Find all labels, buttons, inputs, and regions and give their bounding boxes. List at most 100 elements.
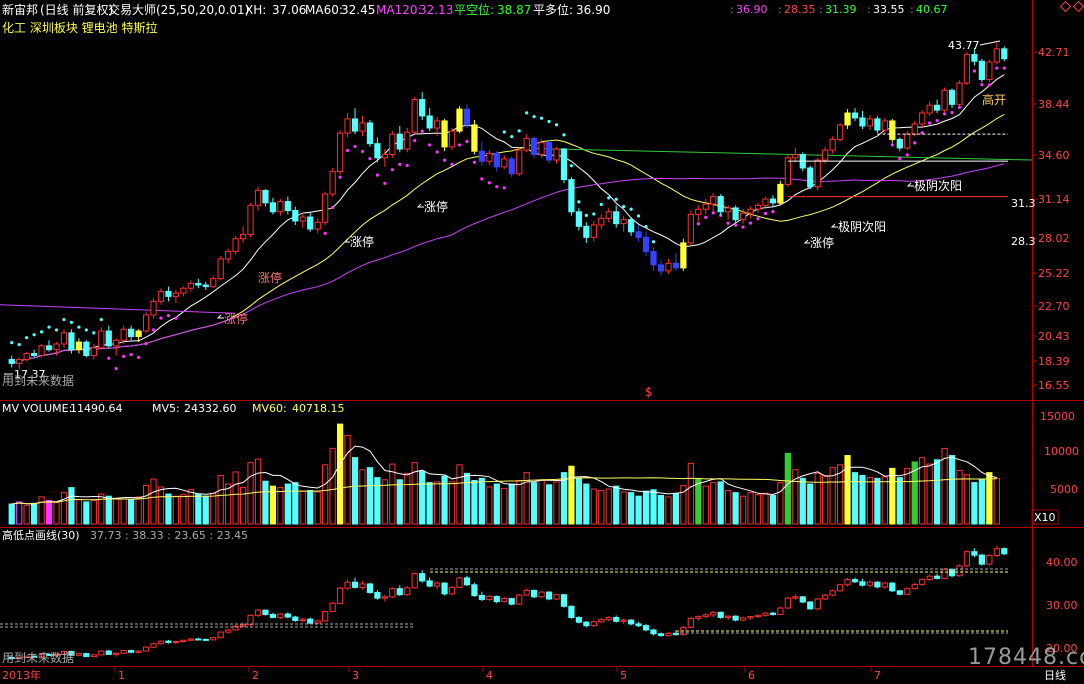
volume-bar [38,496,45,525]
signal-s-marker: $ [645,385,653,399]
hl-candle-body [225,629,232,633]
candle-body [814,159,821,188]
hl-candle-body [142,646,150,652]
hl-candle-body [978,554,985,565]
candle-body [754,204,762,210]
trading-dot [114,366,118,371]
volume-bar [232,471,239,525]
candle-body [560,148,568,181]
candle-body [262,189,269,204]
hl-candle-body [590,621,597,627]
volume-bar [702,485,709,525]
candle-body [426,115,433,129]
candle-body [232,238,239,253]
hl-candle-body [933,575,941,579]
hl-candle-body [762,612,769,616]
candle-body [90,347,97,357]
hl-candle-body [277,613,284,618]
volume-bar [799,477,806,525]
volume-bar [381,479,388,525]
volume-bar [433,481,441,525]
volume-bar [299,490,306,525]
volume-bar [172,495,180,525]
period-label[interactable]: 日线 [1044,668,1066,682]
volume-bar [628,492,635,525]
candle-body [239,234,247,240]
hl-candle-body [851,579,859,583]
hl-candle-body [866,581,874,586]
trading-dot [54,328,59,332]
trading-dot [99,317,103,322]
annotation-gap-up: 高开 [982,92,1006,107]
candle-body [568,179,575,213]
trading-dot [622,204,626,209]
hl-candle-body [904,588,911,595]
volume-bar [598,489,605,525]
candle-body [844,112,851,126]
candle-body [195,282,202,286]
hl-candle-body [404,587,411,596]
hl-candle-body [1001,548,1008,555]
candle-body [672,262,680,269]
volume-bar [672,492,680,525]
candle-body [45,345,53,351]
hl-candle-body [814,598,821,610]
candle-body [210,278,217,288]
volume-bar [217,474,224,525]
hl-candle-body [217,631,224,639]
volume-bar [351,457,359,525]
stock-chart[interactable]: 新宙邦 (日线 前复权) 交易大师(25,50,20,0.01) XH: 37.… [0,0,1084,684]
hl-candle-body [471,584,478,597]
trading-dot [569,164,574,168]
volume-bar [396,479,403,525]
candle-body [687,213,694,244]
candle-body [665,262,672,272]
candle-body [523,137,530,151]
candle-body [38,345,45,357]
candle-body [717,196,724,213]
hl-candle-body [687,617,694,628]
candle-body [710,196,717,205]
candle-body [277,201,284,213]
header-ma60-label: MA60: [305,3,343,17]
volume-bar [545,484,553,525]
volume-bar [754,494,762,525]
candle-body [971,54,978,62]
candle-body [150,300,157,316]
trading-dot [517,129,521,133]
trading-dot [495,185,499,189]
trading-dot [734,223,738,227]
right-value-3: 31.39 [825,3,857,16]
price-y-tick: 22.70 [1038,300,1070,313]
candle-body [829,138,836,151]
level-label-lower: 28.3 [1011,235,1036,248]
volume-bar [508,483,515,525]
trading-dot [69,320,74,324]
candle-body [463,108,471,126]
volume-bar [665,496,672,525]
candle-body [351,118,359,132]
candle-body [598,217,605,226]
trading-dot [375,173,380,177]
hl-candle-body [90,654,97,658]
candle-body [747,208,754,214]
price-y-tick: 16.55 [1038,379,1070,392]
candle-body [553,148,560,161]
trading-dot [532,115,536,119]
x-tick-month: 3 [352,669,359,682]
hl-candle-body [113,652,120,655]
candle-body [478,150,485,162]
volume-bar [60,492,68,525]
hl-candle-body [874,581,881,588]
volume-bar [501,487,508,525]
volume-bar [896,477,903,525]
volume-bar [777,482,784,525]
hl-candle-body [135,650,142,653]
trading-dot [17,342,21,347]
candle-body [98,330,105,349]
trading-dot [525,111,529,115]
trading-dot [629,207,633,211]
trading-dot [644,224,648,229]
volume-bar [45,499,53,525]
trading-dot [763,211,768,216]
